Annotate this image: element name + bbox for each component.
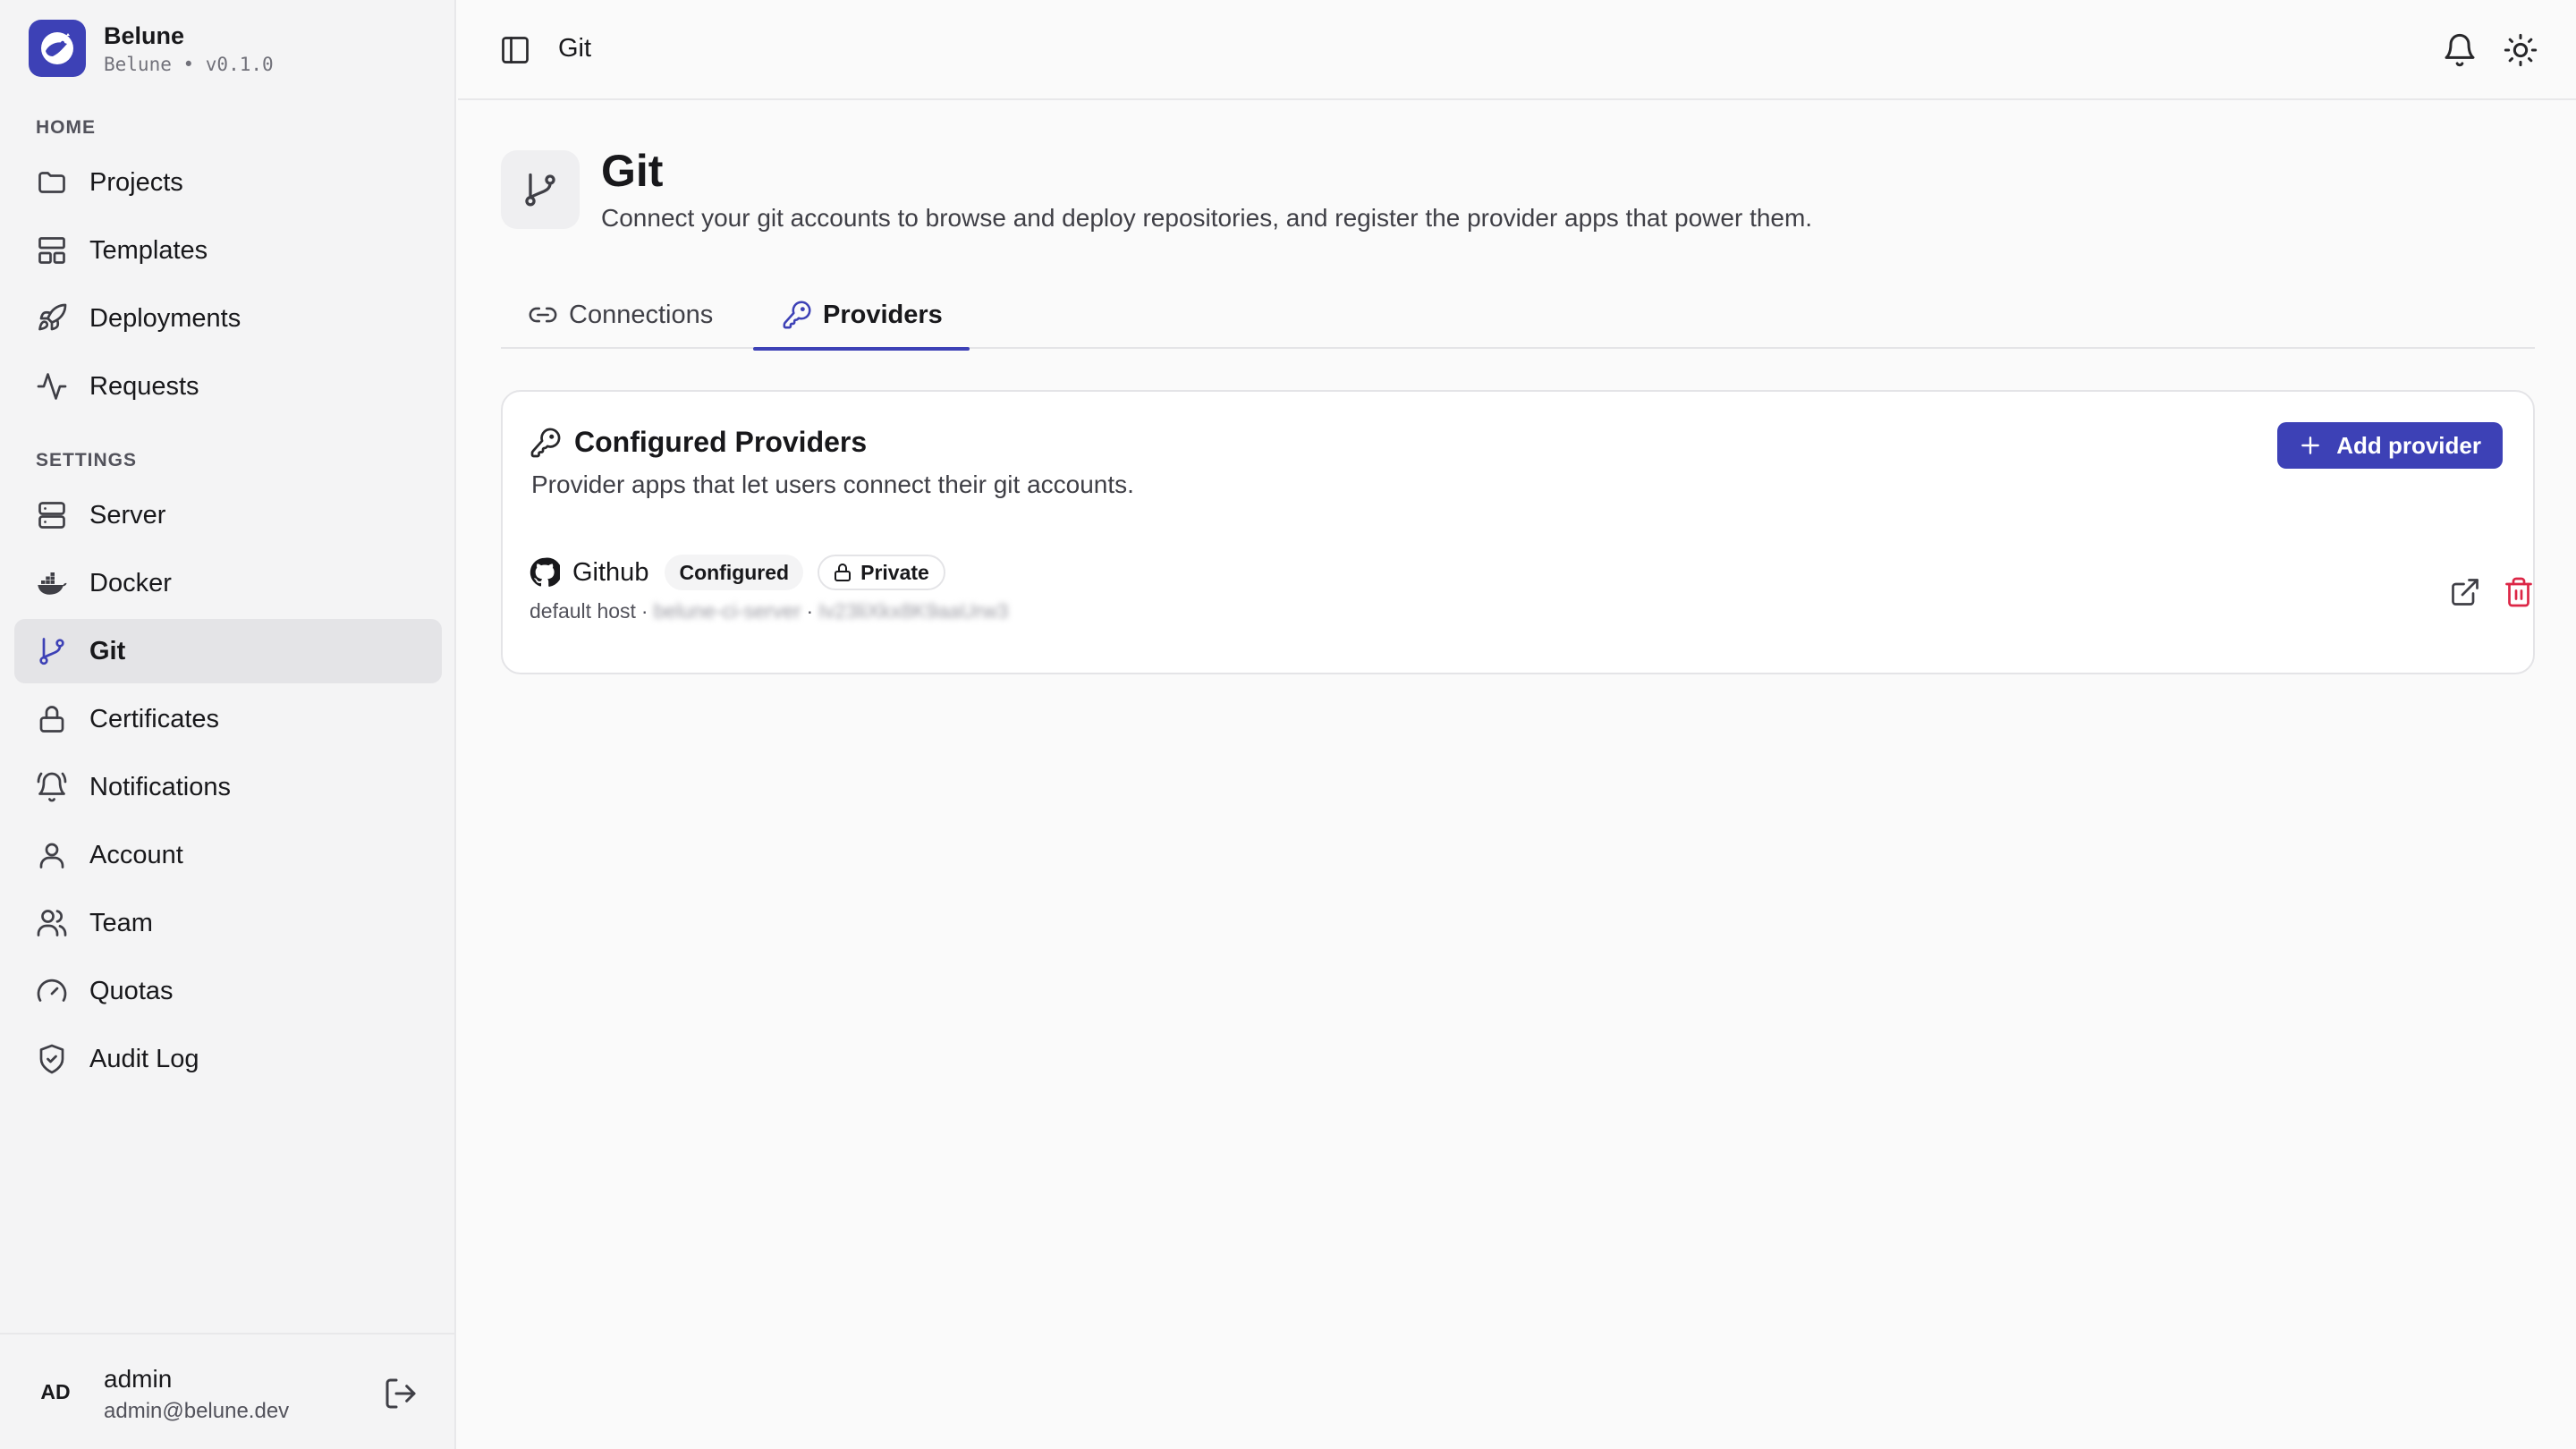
app-name: Belune bbox=[104, 22, 185, 49]
sidebar-item-label: Deployments bbox=[89, 303, 242, 333]
status-badge: Configured bbox=[665, 555, 804, 590]
provider-name: Github bbox=[572, 557, 649, 587]
key-icon bbox=[530, 427, 562, 459]
sidebar-item-label: Audit Log bbox=[89, 1044, 199, 1073]
sidebar: Belune Belune • v0.1.0 HOME Projects Tem… bbox=[0, 0, 456, 1449]
card-title: Configured Providers bbox=[574, 426, 868, 458]
provider-host: default host bbox=[530, 599, 636, 623]
sidebar-item-quotas[interactable]: Quotas bbox=[14, 959, 442, 1023]
sidebar-item-label: Docker bbox=[89, 568, 172, 597]
folder-icon bbox=[36, 166, 68, 199]
separator: · bbox=[806, 599, 814, 623]
sidebar-item-docker[interactable]: Docker bbox=[14, 551, 442, 615]
log-out-icon bbox=[383, 1376, 419, 1411]
user-icon bbox=[36, 839, 68, 871]
card-description: Provider apps that let users connect the… bbox=[531, 470, 1134, 498]
lock-icon bbox=[36, 703, 68, 735]
sidebar-item-templates[interactable]: Templates bbox=[14, 218, 442, 283]
sidebar-item-label: Account bbox=[89, 840, 183, 869]
page-icon bbox=[501, 150, 580, 229]
sidebar-item-label: Templates bbox=[89, 235, 208, 265]
panel-left-icon bbox=[499, 34, 531, 66]
theme-toggle-button[interactable] bbox=[2503, 32, 2538, 68]
gauge-icon bbox=[36, 975, 68, 1007]
sidebar-item-certificates[interactable]: Certificates bbox=[14, 687, 442, 751]
page-title: Git bbox=[601, 146, 664, 196]
link-icon bbox=[528, 300, 558, 330]
sidebar-item-label: Team bbox=[89, 908, 153, 937]
sidebar-item-label: Server bbox=[89, 500, 166, 530]
sidebar-item-git[interactable]: Git bbox=[14, 619, 442, 683]
separator: · bbox=[640, 599, 648, 623]
visibility-label: Private bbox=[860, 560, 929, 584]
github-icon bbox=[530, 557, 560, 588]
redacted-app-name: belune-ci-server bbox=[653, 599, 801, 623]
sidebar-item-team[interactable]: Team bbox=[14, 891, 442, 955]
tab-bar: Connections Providers bbox=[501, 281, 2535, 351]
layout-template-icon bbox=[36, 234, 68, 267]
tab-label: Connections bbox=[569, 300, 714, 329]
page-description: Connect your git accounts to browse and … bbox=[601, 204, 1813, 232]
top-bar: Git bbox=[458, 0, 2576, 100]
sidebar-item-label: Notifications bbox=[89, 772, 231, 801]
git-branch-icon bbox=[36, 635, 68, 667]
sidebar-item-deployments[interactable]: Deployments bbox=[14, 286, 442, 351]
section-label-home: HOME bbox=[36, 117, 96, 138]
provider-row: Github Configured Private default host ·… bbox=[530, 553, 2532, 633]
sidebar-item-label: Requests bbox=[89, 371, 199, 401]
belune-logo-icon bbox=[29, 20, 86, 77]
sidebar-item-label: Certificates bbox=[89, 704, 220, 733]
rocket-icon bbox=[36, 302, 68, 335]
app-version: Belune • v0.1.0 bbox=[104, 54, 274, 75]
server-icon bbox=[36, 499, 68, 531]
avatar[interactable]: AD bbox=[27, 1363, 84, 1420]
lock-icon bbox=[832, 562, 853, 583]
breadcrumb: Git bbox=[558, 34, 592, 63]
user-panel: AD admin admin@belune.dev bbox=[0, 1333, 454, 1449]
redacted-client-id: Iv23liXkx8K9aaUrw3 bbox=[818, 599, 1009, 623]
user-name: admin bbox=[104, 1365, 173, 1393]
add-provider-button[interactable]: Add provider bbox=[2277, 422, 2503, 469]
tab-providers[interactable]: Providers bbox=[753, 281, 970, 351]
git-branch-icon bbox=[521, 170, 560, 209]
tab-connections[interactable]: Connections bbox=[528, 281, 713, 349]
sidebar-item-account[interactable]: Account bbox=[14, 823, 442, 887]
bell-ring-icon bbox=[36, 771, 68, 803]
sidebar-item-notifications[interactable]: Notifications bbox=[14, 755, 442, 819]
docker-icon bbox=[36, 567, 68, 599]
brand[interactable]: Belune Belune • v0.1.0 bbox=[29, 20, 274, 77]
external-link-icon bbox=[2449, 576, 2481, 608]
delete-provider-button[interactable] bbox=[2503, 576, 2535, 608]
notifications-button[interactable] bbox=[2442, 32, 2478, 68]
user-email: admin@belune.dev bbox=[104, 1399, 290, 1423]
trash-icon bbox=[2503, 576, 2535, 608]
sidebar-item-label: Quotas bbox=[89, 976, 174, 1005]
add-provider-label: Add provider bbox=[2336, 431, 2481, 459]
shield-check-icon bbox=[36, 1043, 68, 1075]
section-label-settings: SETTINGS bbox=[36, 450, 138, 470]
logout-button[interactable] bbox=[383, 1376, 419, 1411]
bell-icon bbox=[2442, 32, 2478, 68]
sidebar-item-audit-log[interactable]: Audit Log bbox=[14, 1027, 442, 1091]
sidebar-item-label: Projects bbox=[89, 167, 183, 197]
sun-icon bbox=[2503, 32, 2538, 68]
sidebar-toggle-button[interactable] bbox=[499, 34, 531, 66]
sidebar-item-server[interactable]: Server bbox=[14, 483, 442, 547]
sidebar-item-requests[interactable]: Requests bbox=[14, 354, 442, 419]
tab-label: Providers bbox=[823, 300, 943, 329]
configured-providers-card: Configured Providers Provider apps that … bbox=[501, 390, 2535, 674]
users-icon bbox=[36, 907, 68, 939]
plus-icon bbox=[2299, 434, 2322, 457]
visibility-badge: Private bbox=[818, 555, 945, 590]
sidebar-item-projects[interactable]: Projects bbox=[14, 150, 442, 215]
sidebar-item-label: Git bbox=[89, 636, 126, 665]
open-provider-button[interactable] bbox=[2449, 576, 2481, 608]
key-icon bbox=[782, 300, 812, 330]
activity-icon bbox=[36, 370, 68, 402]
